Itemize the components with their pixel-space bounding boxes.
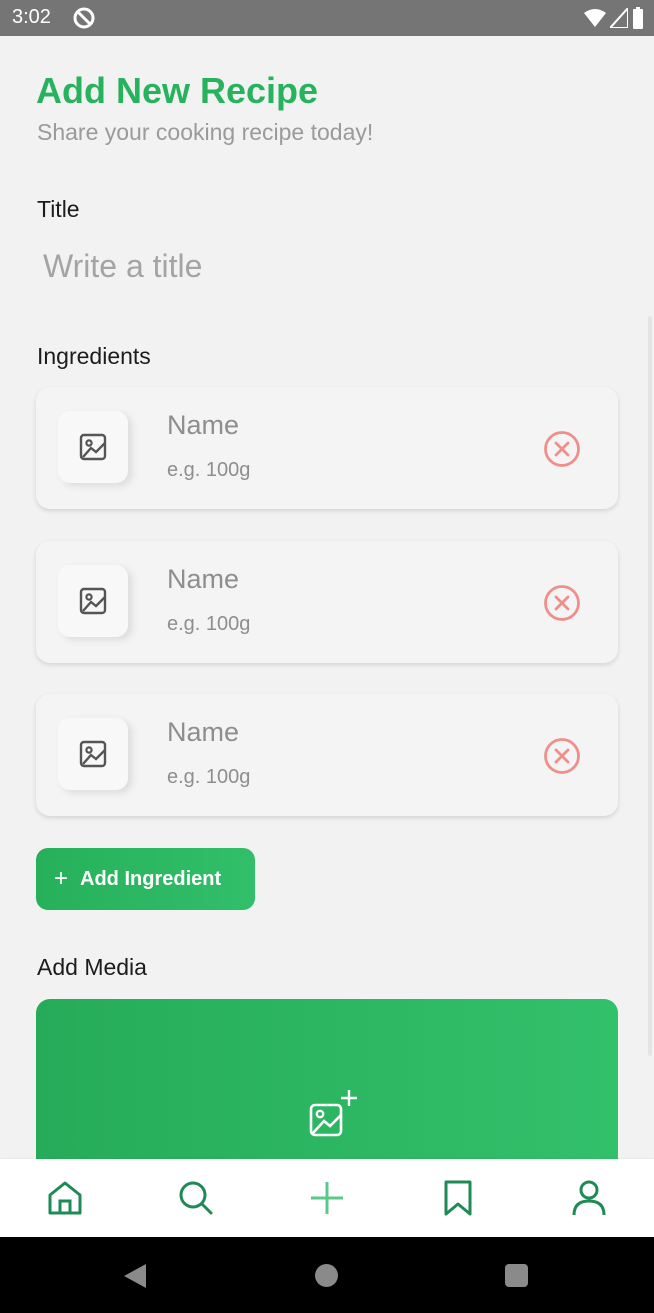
ingredient-card [36,387,618,509]
ingredient-quantity-input[interactable] [167,459,507,482]
status-bar: 3:02 [0,0,654,36]
search-icon [179,1181,213,1215]
add-ingredient-button[interactable]: + Add Ingredient [36,848,255,910]
ingredient-name-input[interactable] [167,717,507,748]
recents-icon[interactable] [505,1264,528,1287]
ingredient-quantity-input[interactable] [167,613,507,636]
scrollbar[interactable] [648,316,652,1056]
battery-icon [633,7,643,29]
add-media-label: Add Media [37,954,147,980]
home-button-icon[interactable] [315,1264,338,1287]
ingredient-name-input[interactable] [167,410,507,441]
remove-circle-icon[interactable] [542,429,582,469]
nav-saved[interactable] [428,1168,488,1228]
plus-icon: + [54,865,69,892]
app-notification-icon [73,7,95,29]
bottom-navigation [0,1159,654,1237]
remove-circle-icon[interactable] [542,583,582,623]
image-icon [79,433,107,461]
bookmark-icon [444,1180,472,1216]
ingredient-name-input[interactable] [167,564,507,595]
ingredient-image-button[interactable] [58,411,128,483]
page-title: Add New Recipe [36,70,319,111]
back-icon[interactable] [122,1263,148,1289]
nav-profile[interactable] [559,1168,619,1228]
status-icons [584,7,644,29]
title-input[interactable] [36,242,616,290]
system-navigation-bar [0,1237,654,1313]
image-icon [79,740,107,768]
nav-home[interactable] [35,1168,95,1228]
add-image-icon [309,1090,357,1137]
wifi-icon [584,9,606,27]
status-time: 3:02 [12,6,51,28]
plus-icon [310,1182,343,1214]
profile-icon [572,1180,606,1216]
title-label: Title [37,196,80,222]
add-ingredient-label: Add Ingredient [80,867,222,890]
scroll-content[interactable]: Add New Recipe Share your cooking recipe… [0,36,654,1159]
ingredient-image-button[interactable] [58,718,128,790]
nav-search[interactable] [166,1168,226,1228]
remove-circle-icon[interactable] [542,736,582,776]
ingredients-label: Ingredients [37,343,151,369]
add-media-dropzone[interactable] [36,999,618,1159]
home-icon [48,1181,82,1215]
ingredient-card [36,541,618,663]
cell-signal-icon [610,8,628,28]
ingredient-quantity-input[interactable] [167,766,507,789]
ingredient-card [36,694,618,816]
page-subtitle: Share your cooking recipe today! [37,119,374,145]
nav-add[interactable] [297,1168,357,1228]
ingredient-image-button[interactable] [58,565,128,637]
image-icon [79,587,107,615]
